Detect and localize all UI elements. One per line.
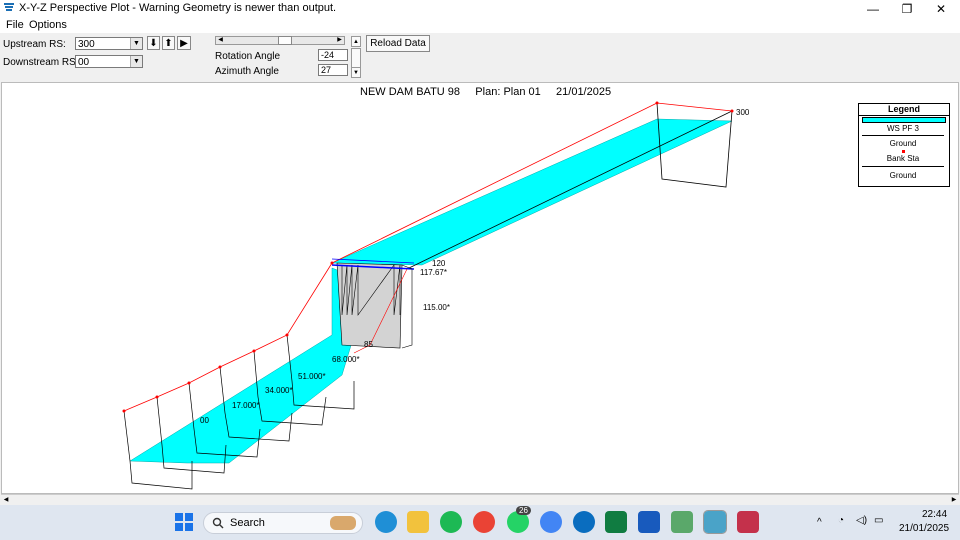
water-surface-lower [129, 267, 371, 464]
photos-icon[interactable] [671, 511, 693, 533]
reload-data-button[interactable]: Reload Data [366, 35, 430, 52]
legend-title: Legend [859, 104, 949, 116]
station-label-85: 85 [364, 340, 373, 349]
station-label-120: 120 [432, 259, 446, 268]
station-label-300: 300 [736, 108, 750, 117]
app-icon [4, 3, 14, 11]
autocad-icon[interactable] [737, 511, 759, 533]
chrome-profile-icon[interactable] [540, 511, 562, 533]
battery-icon[interactable]: ▭ [874, 515, 883, 526]
play-button[interactable]: ▶ [177, 36, 191, 50]
edge-icon[interactable] [375, 511, 397, 533]
water-app-icon[interactable] [573, 511, 595, 533]
chevron-down-icon[interactable]: ▼ [130, 56, 142, 67]
legend-water-swatch [862, 117, 946, 123]
taskbar-search[interactable]: Search [203, 512, 363, 534]
spin-up-icon[interactable]: ▲ [351, 36, 361, 47]
water-surface-upper [331, 118, 733, 266]
arrow-down-button[interactable]: ⬇ [147, 36, 160, 50]
legend-item-ground: Ground [889, 139, 917, 148]
bank-line-right [406, 110, 733, 270]
whatsapp-icon[interactable]: 26 [507, 506, 531, 533]
spin-down-icon[interactable]: ▼ [351, 67, 361, 78]
window-title: X-Y-Z Perspective Plot - Warning Geometr… [19, 2, 337, 14]
station-label-68: 68.000* [332, 355, 360, 364]
plot-canvas: 300 120 117.67* 115.00* 85 68.000* 51.00… [122, 101, 750, 490]
legend-item-ws: WS PF 3 [886, 124, 919, 133]
slider-right-icon[interactable]: ▶ [335, 36, 344, 45]
word-icon[interactable] [638, 511, 660, 533]
downstream-rs-value: 00 [78, 57, 90, 68]
spotify-icon[interactable] [440, 511, 462, 533]
chrome-icon[interactable] [473, 511, 495, 533]
azimuth-angle-label: Azimuth Angle [215, 66, 279, 77]
clock-time[interactable]: 22:44 [922, 509, 947, 520]
wifi-icon[interactable]: ◔ [838, 515, 844, 526]
bank-line-right-red [656, 102, 733, 112]
restore-icon[interactable]: ❐ [890, 0, 924, 18]
clock-date[interactable]: 21/01/2025 [899, 523, 949, 534]
menu-options[interactable]: Options [29, 19, 67, 31]
arrow-up-button[interactable]: ⬆ [162, 36, 175, 50]
volume-icon[interactable]: ◁) [856, 515, 867, 526]
menu-bar: File Options [0, 18, 960, 33]
menu-file[interactable]: File [6, 19, 24, 31]
bank-line-top [331, 102, 658, 264]
upstream-rs-select[interactable]: 300 ▼ [75, 37, 143, 50]
search-label: Search [230, 517, 265, 529]
chevron-down-icon[interactable]: ▼ [130, 38, 142, 49]
station-label-51: 51.000* [298, 372, 326, 381]
title-bar: X-Y-Z Perspective Plot - Warning Geometr… [0, 0, 960, 18]
station-label-00: 00 [200, 416, 209, 425]
station-label-117: 117.67* [420, 268, 447, 277]
slider-thumb[interactable] [278, 36, 292, 45]
station-label-34: 34.000* [265, 386, 293, 395]
legend-item-bank: Bank Sta [886, 154, 920, 163]
slider-left-icon[interactable]: ◀ [216, 36, 225, 45]
rotation-angle-input[interactable]: -24 [318, 49, 348, 61]
horizontal-scrollbar[interactable]: ◀ ▶ [1, 494, 959, 505]
upstream-rs-value: 300 [78, 39, 95, 50]
notification-badge: 26 [516, 506, 531, 515]
legend: Legend WS PF 3 Ground Bank Sta Ground [858, 103, 950, 187]
station-label-115: 115.00* [423, 303, 450, 312]
legend-item-ground-2: Ground [889, 171, 917, 180]
azimuth-angle-input[interactable]: 27 [318, 64, 348, 76]
file-explorer-icon[interactable] [407, 511, 429, 533]
downstream-label: Downstream RS: [3, 57, 79, 68]
windows-start-icon[interactable] [173, 511, 195, 533]
excel-icon[interactable] [605, 511, 627, 533]
hec-ras-icon[interactable] [703, 510, 727, 534]
station-label-17: 17.000* [232, 401, 260, 410]
scroll-left-icon[interactable]: ◀ [1, 495, 11, 505]
legend-divider-2 [862, 166, 944, 167]
perspective-plot[interactable]: NEW DAM BATU 98 Plan: Plan 01 21/01/2025 [1, 82, 959, 494]
spin-track[interactable] [351, 48, 361, 68]
chevron-up-icon[interactable]: ^ [817, 517, 822, 528]
legend-bank-dot [902, 150, 905, 153]
close-icon[interactable]: ✕ [924, 0, 958, 18]
taskbar: Search 26 ^ ◔ ◁) ▭ 22:44 21/01/2025 [0, 505, 960, 540]
rotation-angle-label: Rotation Angle [215, 51, 281, 62]
upstream-label: Upstream RS: [3, 39, 66, 50]
downstream-rs-select[interactable]: 00 ▼ [75, 55, 143, 68]
dam-right-edges [401, 264, 413, 349]
legend-divider [862, 135, 944, 136]
minimize-icon[interactable]: — [856, 0, 890, 18]
rotation-slider[interactable]: ◀ ▶ [215, 36, 345, 45]
scroll-right-icon[interactable]: ▶ [949, 495, 959, 505]
search-icon [212, 517, 224, 529]
toolbar: Upstream RS: 300 ▼ Downstream RS: 00 ▼ ⬇… [0, 33, 960, 81]
search-highlight-icon [330, 516, 356, 530]
